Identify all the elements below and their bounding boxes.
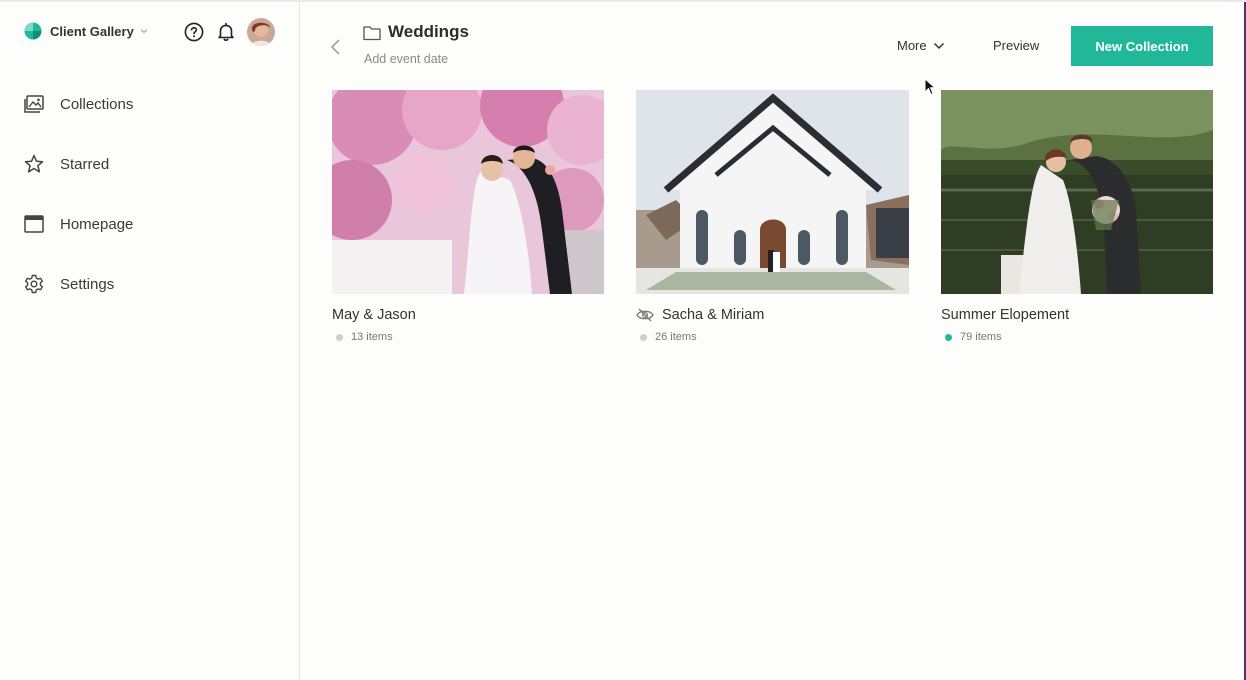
sidebar-item-settings[interactable]: Settings xyxy=(0,254,299,314)
item-count: 13 items xyxy=(351,331,393,343)
sidebar: Client Gallery Collections Starred Homep… xyxy=(0,2,300,680)
status-dot xyxy=(336,333,343,341)
collection-cover-image[interactable] xyxy=(941,90,1213,294)
top-icons xyxy=(183,18,275,46)
sidebar-item-label: Starred xyxy=(60,155,110,173)
status-dot xyxy=(945,333,952,341)
brand-switcher[interactable]: Client Gallery xyxy=(24,22,148,40)
collection-title[interactable]: Sacha & Miriam xyxy=(662,307,764,323)
image-icon xyxy=(24,94,44,114)
card-meta: 26 items xyxy=(636,331,909,343)
item-count: 26 items xyxy=(655,331,697,343)
brand-name: Client Gallery xyxy=(50,23,134,39)
browser-window-icon xyxy=(24,214,44,234)
back-chevron-icon[interactable] xyxy=(328,38,344,56)
mouse-cursor-icon xyxy=(924,78,936,96)
collection-cover-image[interactable] xyxy=(332,90,604,294)
card-title-row: May & Jason xyxy=(332,307,604,323)
collection-card[interactable]: Sacha & Miriam 26 items xyxy=(636,90,909,343)
star-icon xyxy=(24,154,44,174)
gear-icon xyxy=(24,274,44,294)
sidebar-item-label: Settings xyxy=(60,275,115,293)
page-title: Weddings xyxy=(388,22,469,41)
user-avatar[interactable] xyxy=(247,18,275,46)
preview-button[interactable]: Preview xyxy=(993,38,1039,53)
chevron-down-icon xyxy=(933,42,944,49)
main-content: Weddings Add event date More Preview New… xyxy=(300,2,1246,680)
collection-title[interactable]: Summer Elopement xyxy=(941,307,1069,323)
collections-grid: May & Jason 13 items Sacha & Miriam 26 i… xyxy=(332,90,1213,360)
card-title-row: Summer Elopement xyxy=(941,307,1213,323)
collection-card[interactable]: May & Jason 13 items xyxy=(332,90,604,343)
sidebar-item-label: Collections xyxy=(60,95,134,113)
collection-title[interactable]: May & Jason xyxy=(332,307,416,323)
sidebar-item-homepage[interactable]: Homepage xyxy=(0,194,299,254)
collection-cover-image[interactable] xyxy=(636,90,909,294)
more-menu-button[interactable]: More xyxy=(897,38,945,53)
help-circle-icon[interactable] xyxy=(183,21,205,43)
bell-icon[interactable] xyxy=(215,21,237,43)
sidebar-item-starred[interactable]: Starred xyxy=(0,134,299,194)
sidebar-nav: Collections Starred Homepage Settings xyxy=(0,74,299,314)
item-count: 79 items xyxy=(960,331,1002,343)
app-window: Client Gallery Collections Starred Homep… xyxy=(0,0,1246,680)
sidebar-item-collections[interactable]: Collections xyxy=(0,74,299,134)
sidebar-item-label: Homepage xyxy=(60,215,134,233)
status-dot xyxy=(640,333,647,341)
more-label: More xyxy=(897,38,927,53)
chevron-down-icon xyxy=(140,29,148,34)
eye-off-icon xyxy=(636,308,654,322)
add-event-date-link[interactable]: Add event date xyxy=(364,52,448,66)
card-meta: 79 items xyxy=(941,331,1213,343)
new-collection-button[interactable]: New Collection xyxy=(1071,26,1213,66)
card-title-row: Sacha & Miriam xyxy=(636,307,909,323)
collection-card[interactable]: Summer Elopement 79 items xyxy=(941,90,1213,343)
card-meta: 13 items xyxy=(332,331,604,343)
folder-icon xyxy=(363,26,381,41)
brand-logo-icon xyxy=(24,22,42,40)
